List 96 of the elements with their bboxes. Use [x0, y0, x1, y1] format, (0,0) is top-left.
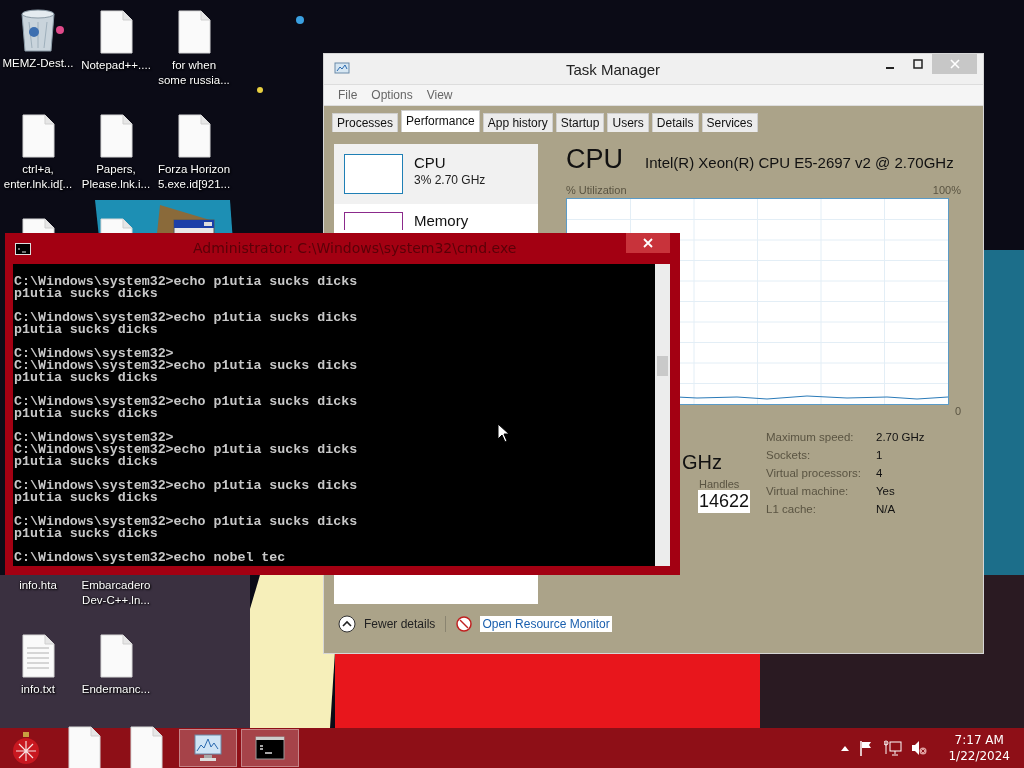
spec-value: 4 — [876, 466, 884, 481]
console-line: C:\Windows\system32>echo p1utia sucks dicks — [14, 276, 358, 288]
file-icon[interactable] — [177, 10, 211, 54]
spec-value: 2.70 GHz — [876, 430, 925, 445]
close-button[interactable] — [626, 233, 670, 253]
icon-label: info.hta — [19, 578, 57, 593]
handles-value: 14622 — [698, 490, 751, 513]
spec-label: Virtual machine: — [766, 484, 850, 499]
fewer-details-link[interactable]: Fewer details — [364, 617, 436, 631]
resource-name: CPU — [414, 154, 447, 171]
recycle-bin-icon[interactable] — [19, 8, 57, 52]
icon-label: Embarcadero Dev-C++.ln... — [81, 578, 151, 608]
window-title: Administrator: C:\Windows\system32\cmd.exe — [193, 240, 517, 256]
icon-label: info.txt — [21, 682, 55, 697]
scrollbar[interactable] — [655, 264, 670, 566]
file-icon[interactable] — [99, 10, 133, 54]
clock-date: 1/22/2024 — [948, 748, 1010, 764]
tab[interactable]: Startup — [555, 113, 605, 132]
menu-item[interactable]: File — [338, 88, 358, 102]
file-icon[interactable] — [67, 726, 101, 768]
console-line: C:\Windows\system32> — [14, 432, 174, 444]
console-line: C:\Windows\system32> — [14, 348, 174, 360]
collapse-icon[interactable] — [338, 615, 356, 633]
maximize-icon — [913, 59, 923, 69]
console-line: p1utia sucks dicks — [14, 324, 158, 336]
console-line: p1utia sucks dicks — [14, 408, 158, 420]
processor-model: Intel(R) Xeon(R) CPU E5-2697 v2 @ 2.70GHz — [645, 154, 954, 171]
console-line: C:\Windows\system32>echo p1utia sucks dicks — [14, 360, 358, 372]
muted-speaker-icon[interactable] — [911, 740, 928, 756]
console-line: p1utia sucks dicks — [14, 456, 158, 468]
file-icon[interactable] — [177, 114, 211, 158]
spec-label: Maximum speed: — [766, 430, 855, 445]
clock-time: 7:17 AM — [954, 732, 1004, 748]
console-line: C:\Windows\system32>echo p1utia sucks dicks — [14, 480, 358, 492]
console-line: p1utia sucks dicks — [14, 288, 158, 300]
clock[interactable]: 7:17 AM 1/22/2024 — [948, 732, 1010, 764]
spec-value: Yes — [876, 484, 896, 499]
console-icon[interactable] — [255, 736, 285, 760]
minimize-icon — [885, 67, 895, 69]
console-line: C:\Windows\system32>echo nobel tec — [14, 552, 286, 564]
close-icon — [643, 238, 653, 248]
tab[interactable]: Users — [607, 113, 649, 132]
console-line: C:\Windows\system32>echo p1utia sucks dicks — [14, 396, 358, 408]
console-icon — [15, 242, 31, 255]
window-title: Task Manager — [564, 60, 662, 78]
resource-monitor-link[interactable]: Open Resource Monitor — [480, 616, 612, 632]
file-icon[interactable] — [99, 114, 133, 158]
resource-detail: 3% 2.70 GHz — [414, 173, 486, 187]
console-line: C:\Windows\system32>echo p1utia sucks dicks — [14, 516, 358, 528]
tab[interactable]: Performance — [401, 110, 480, 132]
taskbar-button[interactable] — [241, 729, 299, 767]
sidebar-item[interactable]: CPU 3% 2.70 GHz — [334, 144, 538, 204]
tab[interactable]: Details — [651, 113, 699, 132]
utilization-label: % Utilization — [566, 184, 627, 198]
spec-label: L1 cache: — [766, 502, 817, 517]
tab[interactable]: Services — [701, 113, 758, 132]
spec-label: Virtual processors: — [766, 466, 863, 481]
speed-unit: GHz — [682, 451, 723, 474]
console-line: p1utia sucks dicks — [14, 492, 158, 504]
window-icon[interactable] — [172, 216, 216, 233]
icon-label: Endermanc... — [81, 682, 151, 697]
console-line: p1utia sucks dicks — [14, 528, 158, 540]
console-line: C:\Windows\system32>echo p1utia sucks dicks — [14, 312, 358, 324]
icon-label: Papers, Please.lnk.i... — [81, 162, 151, 192]
menu-item[interactable]: Options — [371, 88, 413, 102]
network-icon[interactable] — [884, 740, 903, 756]
resource-name: Memory — [414, 212, 469, 229]
file-icon[interactable] — [99, 634, 133, 678]
icon-label: MEMZ-Dest... — [2, 56, 74, 71]
axis-min-label: 0 — [954, 405, 961, 419]
icon-label: Forza Horizon 5.exe.id[921... — [157, 162, 231, 192]
file-icon[interactable] — [21, 218, 55, 233]
icon-label: Notepad++.... — [81, 58, 151, 73]
axis-max-label: 100% — [932, 184, 961, 198]
close-icon — [949, 59, 960, 69]
mouse-pointer-icon — [497, 423, 509, 443]
text-file-icon[interactable] — [21, 634, 55, 678]
console-line: p1utia sucks dicks — [14, 372, 158, 384]
handles-label: Handles — [699, 478, 741, 490]
app-icon — [334, 62, 350, 76]
tab[interactable]: App history — [482, 113, 553, 132]
ornament-icon[interactable] — [10, 731, 41, 765]
spec-value: 1 — [876, 448, 884, 463]
file-icon[interactable] — [129, 726, 163, 768]
gauge-icon — [456, 616, 473, 632]
menu-item[interactable]: View — [426, 88, 453, 102]
spec-value: N/A — [876, 502, 897, 517]
tab[interactable]: Processes — [332, 113, 399, 132]
caret-icon[interactable] — [840, 744, 851, 752]
spec-label: Sockets: — [766, 448, 812, 463]
file-icon[interactable] — [21, 114, 55, 158]
resource-heading: CPU — [566, 144, 623, 175]
monitor-chart-icon[interactable] — [192, 733, 224, 763]
icon-label: for when some russia... — [158, 58, 230, 88]
console-line: C:\Windows\system32>echo p1utia sucks dicks — [14, 444, 358, 456]
icon-label: ctrl+a, enter.lnk.id[... — [3, 162, 73, 192]
